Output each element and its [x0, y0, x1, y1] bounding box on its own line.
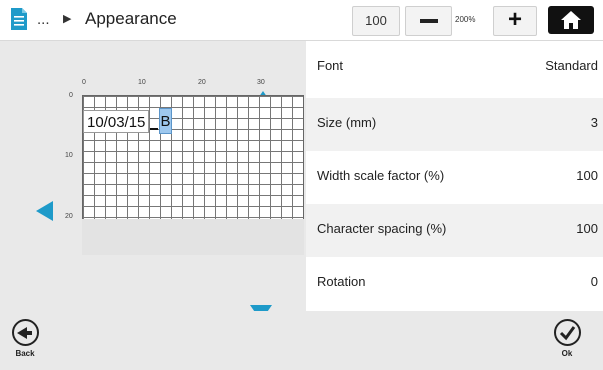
property-row-width-scale[interactable]: Width scale factor (%) 100	[306, 151, 603, 204]
ruler-y-tick: 10	[65, 152, 73, 159]
document-icon[interactable]	[10, 7, 28, 31]
ruler-x-tick: 30	[257, 79, 265, 86]
ruler-x-tick: 10	[138, 79, 146, 86]
property-row-character-spacing[interactable]: Character spacing (%) 100	[306, 204, 603, 257]
zoom-out-button[interactable]	[405, 6, 452, 36]
property-row-font[interactable]: Font Standard	[306, 41, 603, 94]
property-label: Font	[317, 58, 344, 73]
property-label: Size (mm)	[317, 115, 377, 130]
ok-label: Ok	[561, 349, 573, 358]
property-label: Rotation	[317, 274, 366, 289]
home-button[interactable]	[548, 6, 594, 34]
move-left-arrow-icon[interactable]	[36, 201, 53, 221]
home-icon	[561, 11, 581, 29]
property-row-size[interactable]: Size (mm) 3	[306, 98, 603, 151]
property-value: 0	[590, 274, 598, 289]
property-label: Width scale factor (%)	[317, 168, 445, 183]
ruler-y-tick: 20	[65, 213, 73, 220]
back-arrow-icon	[11, 319, 39, 346]
zoom-in-button[interactable]: +	[493, 6, 537, 36]
property-label: Character spacing (%)	[317, 221, 447, 236]
header-bar: ... ▶ Appearance 100 200% +	[0, 0, 603, 41]
back-label: Back	[15, 349, 35, 358]
property-row-rotation[interactable]: Rotation 0	[306, 257, 603, 310]
text-cursor	[150, 128, 158, 130]
ok-button[interactable]: Ok	[550, 319, 584, 358]
page-title: Appearance	[85, 9, 177, 28]
ruler-x-tick: 0	[82, 79, 86, 86]
zoom-max-label: 200%	[455, 15, 476, 24]
property-value: 100	[576, 168, 598, 183]
breadcrumb-separator-icon: ▶	[63, 13, 72, 25]
ruler-y-tick: 0	[69, 92, 73, 99]
zoom-level-display: 100	[352, 6, 400, 36]
property-value: Standard	[545, 58, 598, 73]
cursor-character[interactable]: B	[159, 108, 172, 134]
check-icon	[553, 319, 581, 346]
text-field[interactable]: 10/03/15	[83, 110, 149, 133]
property-value: 3	[590, 115, 598, 130]
ruler-x-tick: 20	[198, 79, 206, 86]
property-value: 100	[576, 221, 598, 236]
footer-bar: Back Ok	[0, 311, 603, 370]
breadcrumb-ellipsis[interactable]: ...	[37, 11, 50, 28]
back-button[interactable]: Back	[8, 319, 42, 358]
grid-footer-area	[82, 219, 304, 255]
